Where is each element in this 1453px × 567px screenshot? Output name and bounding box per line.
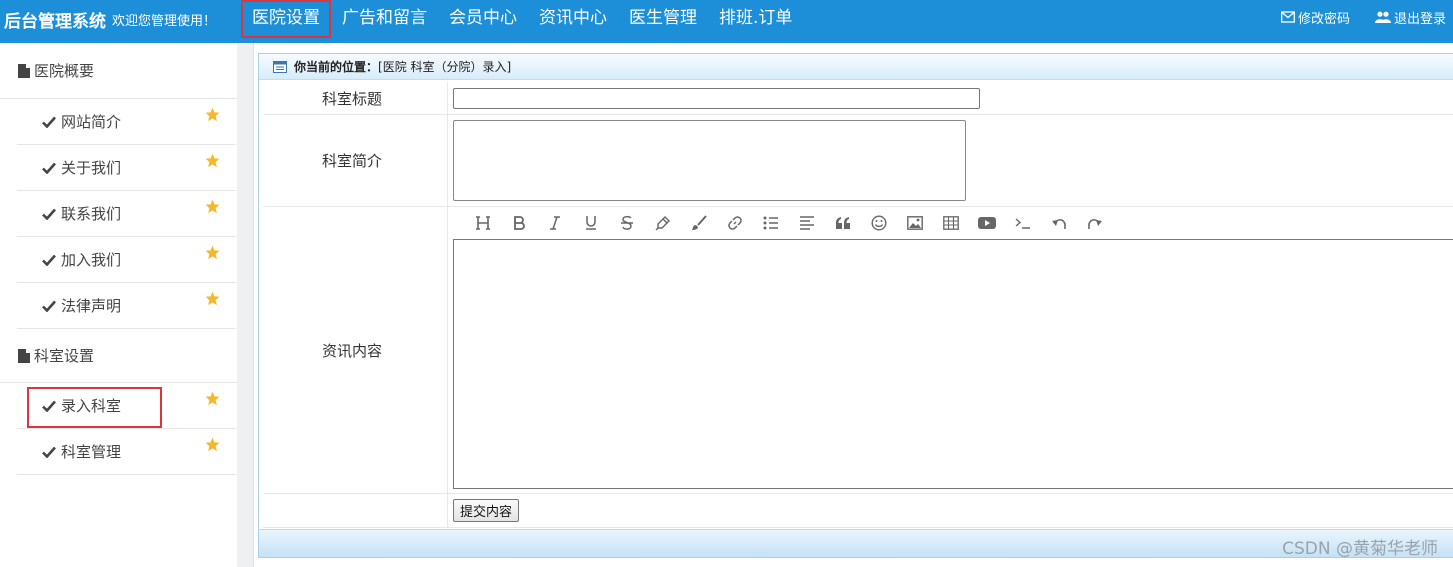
align-left-icon[interactable] <box>789 211 825 235</box>
form-row-submit: 提交内容 <box>263 494 1453 528</box>
brush-icon[interactable] <box>681 211 717 235</box>
content-panel: 你当前的位置： [医院 科室（分院）录入] 科室标题 科室简介 资讯内容 提交内… <box>258 53 1453 558</box>
sidebar-divider <box>237 43 254 567</box>
sidebar-item-label: 加入我们 <box>61 251 122 269</box>
users-icon <box>1374 11 1391 23</box>
sidebar-group-label: 科室设置 <box>34 347 95 365</box>
main-nav: 医院设置 广告和留言 会员中心 资讯中心 医生管理 排班.订单 <box>241 0 803 38</box>
top-actions: 修改密码 退出登录 <box>1263 0 1453 34</box>
top-bar: 后台管理系统 欢迎您管理使用！ 医院设置 广告和留言 会员中心 资讯中心 医生管… <box>0 0 1453 43</box>
nav-doctor-management[interactable]: 医生管理 <box>618 0 708 38</box>
check-icon <box>42 162 56 174</box>
emoji-icon[interactable] <box>861 211 897 235</box>
sidebar-item-label: 法律声明 <box>61 297 122 315</box>
nav-hospital-settings[interactable]: 医院设置 <box>241 0 331 38</box>
undo-icon[interactable] <box>1041 211 1077 235</box>
redo-icon[interactable] <box>1077 211 1113 235</box>
sidebar: 医院概要 网站简介 关于我们 联系我们 加入我们 法律声明 科室设置 录入科室 … <box>0 43 237 567</box>
file-icon <box>18 63 30 78</box>
content-label: 资讯内容 <box>263 207 448 493</box>
content-editor[interactable] <box>453 239 1453 489</box>
sidebar-item-label: 关于我们 <box>61 159 122 177</box>
nav-ads-messages[interactable]: 广告和留言 <box>331 0 438 38</box>
star-icon <box>205 199 220 214</box>
star-icon <box>205 437 220 452</box>
underline-icon[interactable] <box>573 211 609 235</box>
sidebar-item-contact-us[interactable]: 联系我们 <box>17 191 236 237</box>
editor-toolbar <box>453 207 1453 239</box>
change-password-link[interactable]: 修改密码 <box>1281 8 1350 27</box>
logout-link[interactable]: 退出登录 <box>1374 8 1446 27</box>
nav-news-center[interactable]: 资讯中心 <box>528 0 618 38</box>
quote-icon[interactable] <box>825 211 861 235</box>
sidebar-item-site-intro[interactable]: 网站简介 <box>17 99 236 145</box>
form-row-intro: 科室简介 <box>263 115 1453 207</box>
change-password-label: 修改密码 <box>1297 11 1350 27</box>
department-form: 科室标题 科室简介 资讯内容 提交内容 <box>263 82 1453 528</box>
sidebar-group-label: 医院概要 <box>34 62 95 80</box>
table-icon[interactable] <box>933 211 969 235</box>
nav-member-center[interactable]: 会员中心 <box>438 0 528 38</box>
check-icon <box>42 254 56 266</box>
submit-button[interactable]: 提交内容 <box>453 499 520 522</box>
submit-label-cell <box>263 494 448 527</box>
star-icon <box>205 245 220 260</box>
envelope-icon <box>1281 11 1295 23</box>
watermark: CSDN @黄菊华老师 <box>1282 539 1438 559</box>
video-icon[interactable] <box>969 211 1005 235</box>
bullet-list-icon[interactable] <box>753 211 789 235</box>
check-icon <box>42 300 56 312</box>
sidebar-item-add-department[interactable]: 录入科室 <box>17 383 236 429</box>
form-row-content: 资讯内容 <box>263 207 1453 494</box>
panel-icon <box>273 60 287 73</box>
title-label: 科室标题 <box>263 82 448 114</box>
sidebar-item-label: 联系我们 <box>61 205 122 223</box>
star-icon <box>205 291 220 306</box>
sidebar-group-hospital-overview[interactable]: 医院概要 <box>0 43 237 99</box>
sidebar-group-department-settings[interactable]: 科室设置 <box>0 329 237 383</box>
app-title: 后台管理系统 <box>4 11 106 32</box>
location-path: [医院 科室（分院）录入] <box>378 60 512 74</box>
nav-schedule-orders[interactable]: 排班.订单 <box>708 0 803 38</box>
heading-icon[interactable] <box>465 211 501 235</box>
sidebar-item-department-management[interactable]: 科室管理 <box>17 429 236 475</box>
star-icon <box>205 391 220 406</box>
sidebar-item-label: 科室管理 <box>61 443 122 461</box>
sidebar-item-join-us[interactable]: 加入我们 <box>17 237 236 283</box>
brand: 后台管理系统 欢迎您管理使用！ <box>4 0 216 38</box>
sidebar-item-about-us[interactable]: 关于我们 <box>17 145 236 191</box>
sidebar-item-label: 录入科室 <box>61 397 122 415</box>
link-icon[interactable] <box>717 211 753 235</box>
sidebar-item-legal-notice[interactable]: 法律声明 <box>17 283 236 329</box>
highlighter-icon[interactable] <box>645 211 681 235</box>
check-icon <box>42 446 56 458</box>
file-icon <box>18 348 30 363</box>
intro-textarea[interactable] <box>453 120 966 201</box>
check-icon <box>42 116 56 128</box>
star-icon <box>205 107 220 122</box>
intro-label: 科室简介 <box>263 115 448 206</box>
star-icon <box>205 153 220 168</box>
location-label: 你当前的位置： <box>294 60 379 74</box>
image-icon[interactable] <box>897 211 933 235</box>
strikethrough-icon[interactable] <box>609 211 645 235</box>
code-icon[interactable] <box>1005 211 1041 235</box>
italic-icon[interactable] <box>537 211 573 235</box>
form-row-title: 科室标题 <box>263 82 1453 115</box>
location-bar: 你当前的位置： [医院 科室（分院）录入] <box>259 54 1453 80</box>
check-icon <box>42 400 56 412</box>
check-icon <box>42 208 56 220</box>
title-input[interactable] <box>453 88 980 109</box>
panel-footer <box>259 529 1453 557</box>
welcome-text: 欢迎您管理使用！ <box>112 13 217 29</box>
bold-icon[interactable] <box>501 211 537 235</box>
logout-label: 退出登录 <box>1393 11 1446 27</box>
sidebar-item-label: 网站简介 <box>61 113 122 131</box>
